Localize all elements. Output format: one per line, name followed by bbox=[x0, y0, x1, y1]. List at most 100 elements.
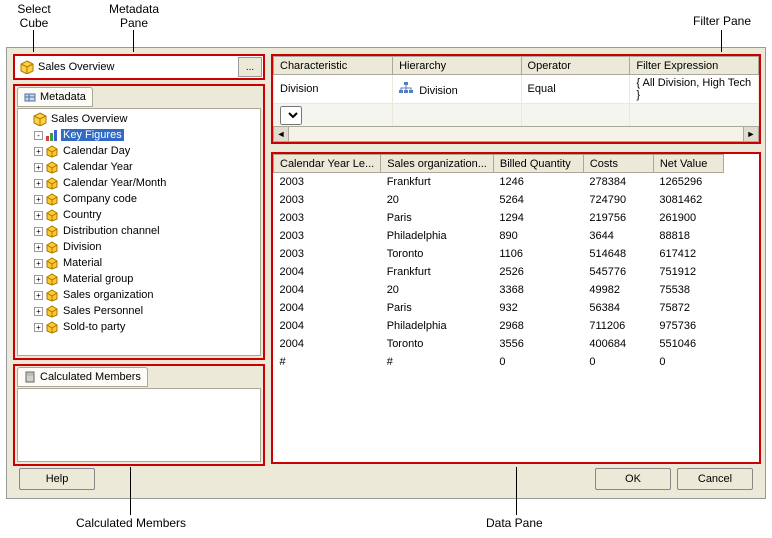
data-cell: 3644 bbox=[583, 227, 653, 245]
expander-icon[interactable]: + bbox=[34, 275, 43, 284]
data-cell: Paris bbox=[381, 299, 494, 317]
tree-item-dimension[interactable]: +Calendar Day bbox=[20, 143, 258, 159]
data-cell: 75872 bbox=[653, 299, 723, 317]
expander-icon[interactable]: + bbox=[34, 195, 43, 204]
data-cell: 724790 bbox=[583, 191, 653, 209]
tree-item-dimension[interactable]: +Distribution channel bbox=[20, 223, 258, 239]
dimension-icon bbox=[45, 176, 59, 190]
data-row[interactable]: 2004Toronto3556400684551046 bbox=[274, 335, 724, 353]
expander-icon[interactable]: + bbox=[34, 147, 43, 156]
tree-item-dimension[interactable]: +Material bbox=[20, 255, 258, 271]
data-row[interactable]: 2004Frankfurt2526545776751912 bbox=[274, 263, 724, 281]
scroll-left-button[interactable]: ◄ bbox=[273, 126, 289, 142]
data-cell: 514648 bbox=[583, 245, 653, 263]
filter-cell[interactable] bbox=[274, 104, 393, 128]
tree-item-dimension[interactable]: +Division bbox=[20, 239, 258, 255]
expander-icon[interactable]: + bbox=[34, 179, 43, 188]
data-cell: 1294 bbox=[493, 209, 583, 227]
calculated-members-list[interactable] bbox=[17, 388, 261, 462]
data-row[interactable]: 2004Paris9325638475872 bbox=[274, 299, 724, 317]
cube-name: Sales Overview bbox=[38, 61, 114, 73]
dimension-icon bbox=[45, 160, 59, 174]
calculated-members-pane: Calculated Members bbox=[13, 364, 265, 466]
annotation-calculated-members: Calculated Members bbox=[76, 516, 186, 530]
tree-item-dimension[interactable]: +Sold-to party bbox=[20, 319, 258, 335]
expander-icon[interactable]: + bbox=[34, 307, 43, 316]
tree-item-dimension[interactable]: +Sales organization bbox=[20, 287, 258, 303]
data-cell: 2004 bbox=[274, 299, 381, 317]
filter-cell[interactable]: Division bbox=[274, 75, 393, 104]
tree-item-root[interactable]: Sales Overview bbox=[20, 111, 258, 127]
data-header[interactable]: Net Value bbox=[653, 155, 723, 173]
expander-icon[interactable]: + bbox=[34, 243, 43, 252]
data-header[interactable]: Costs bbox=[583, 155, 653, 173]
filter-cell[interactable]: Division bbox=[393, 75, 521, 104]
tree-item-dimension[interactable]: +Sales Personnel bbox=[20, 303, 258, 319]
calculated-tab[interactable]: Calculated Members bbox=[17, 367, 148, 387]
metadata-tab[interactable]: Metadata bbox=[17, 87, 93, 107]
cube-browse-button[interactable]: ... bbox=[238, 57, 262, 77]
filter-header[interactable]: Hierarchy bbox=[393, 57, 521, 75]
filter-cell[interactable] bbox=[521, 104, 630, 128]
expander-icon[interactable]: + bbox=[34, 323, 43, 332]
data-row[interactable]: 2003Paris1294219756261900 bbox=[274, 209, 724, 227]
data-cell: 0 bbox=[493, 353, 583, 371]
data-row[interactable]: 20042033684998275538 bbox=[274, 281, 724, 299]
tree-item-dimension[interactable]: +Calendar Year/Month bbox=[20, 175, 258, 191]
scroll-track[interactable] bbox=[289, 126, 743, 142]
tree-item-dimension[interactable]: +Company code bbox=[20, 191, 258, 207]
data-cell: 20 bbox=[381, 191, 494, 209]
data-cell: 2968 bbox=[493, 317, 583, 335]
metadata-icon bbox=[24, 91, 36, 103]
metadata-pane: Metadata Sales Overview-Key Figures+Cale… bbox=[13, 84, 265, 360]
data-cell: 219756 bbox=[583, 209, 653, 227]
expander-icon[interactable]: + bbox=[34, 259, 43, 268]
filter-header[interactable]: Filter Expression bbox=[630, 57, 759, 75]
metadata-tab-label: Metadata bbox=[40, 91, 86, 103]
data-row[interactable]: 2003Frankfurt12462783841265296 bbox=[274, 173, 724, 191]
filter-cell[interactable]: Equal bbox=[521, 75, 630, 104]
data-cell: Frankfurt bbox=[381, 263, 494, 281]
data-table[interactable]: Calendar Year Le...Sales organization...… bbox=[273, 154, 724, 371]
dimension-icon bbox=[45, 320, 59, 334]
scroll-right-button[interactable]: ► bbox=[743, 126, 759, 142]
help-button[interactable]: Help bbox=[19, 468, 95, 490]
data-cell: # bbox=[381, 353, 494, 371]
metadata-tree[interactable]: Sales Overview-Key Figures+Calendar Day+… bbox=[17, 108, 261, 356]
filter-cell[interactable] bbox=[393, 104, 521, 128]
tree-item-dimension[interactable]: -Key Figures bbox=[20, 127, 258, 143]
data-row[interactable]: 20032052647247903081462 bbox=[274, 191, 724, 209]
data-row[interactable]: 2004Philadelphia2968711206975736 bbox=[274, 317, 724, 335]
data-row[interactable]: 2003Philadelphia890364488818 bbox=[274, 227, 724, 245]
tree-item-dimension[interactable]: +Material group bbox=[20, 271, 258, 287]
expander-icon[interactable]: + bbox=[34, 291, 43, 300]
dimension-icon bbox=[45, 192, 59, 206]
annotation-data-pane: Data Pane bbox=[486, 516, 543, 530]
data-cell: 0 bbox=[583, 353, 653, 371]
filter-header[interactable]: Operator bbox=[521, 57, 630, 75]
data-row[interactable]: 2003Toronto1106514648617412 bbox=[274, 245, 724, 263]
data-cell: 617412 bbox=[653, 245, 723, 263]
expander-icon[interactable]: - bbox=[34, 131, 43, 140]
expander-icon[interactable]: + bbox=[34, 211, 43, 220]
expander-icon[interactable]: + bbox=[34, 163, 43, 172]
cube-selector[interactable]: Sales Overview bbox=[16, 60, 238, 74]
dimension-icon bbox=[45, 272, 59, 286]
tree-item-dimension[interactable]: +Country bbox=[20, 207, 258, 223]
data-cell: 975736 bbox=[653, 317, 723, 335]
filter-header[interactable]: Characteristic bbox=[274, 57, 393, 75]
data-header[interactable]: Billed Quantity bbox=[493, 155, 583, 173]
tree-item-dimension[interactable]: +Calendar Year bbox=[20, 159, 258, 175]
data-row[interactable]: ##000 bbox=[274, 353, 724, 371]
data-cell: 3368 bbox=[493, 281, 583, 299]
filter-cell[interactable]: { All Division, High Tech } bbox=[630, 75, 759, 104]
filter-table[interactable]: CharacteristicHierarchyOperatorFilter Ex… bbox=[273, 56, 759, 128]
data-pane: Calendar Year Le...Sales organization...… bbox=[271, 152, 761, 464]
data-header[interactable]: Calendar Year Le... bbox=[274, 155, 381, 173]
data-header[interactable]: Sales organization... bbox=[381, 155, 494, 173]
expander-icon[interactable]: + bbox=[34, 227, 43, 236]
filter-cell[interactable] bbox=[630, 104, 759, 128]
app-window: Sales Overview ... Metadata Sales Overvi… bbox=[6, 47, 766, 499]
ok-button[interactable]: OK bbox=[595, 468, 671, 490]
cancel-button[interactable]: Cancel bbox=[677, 468, 753, 490]
